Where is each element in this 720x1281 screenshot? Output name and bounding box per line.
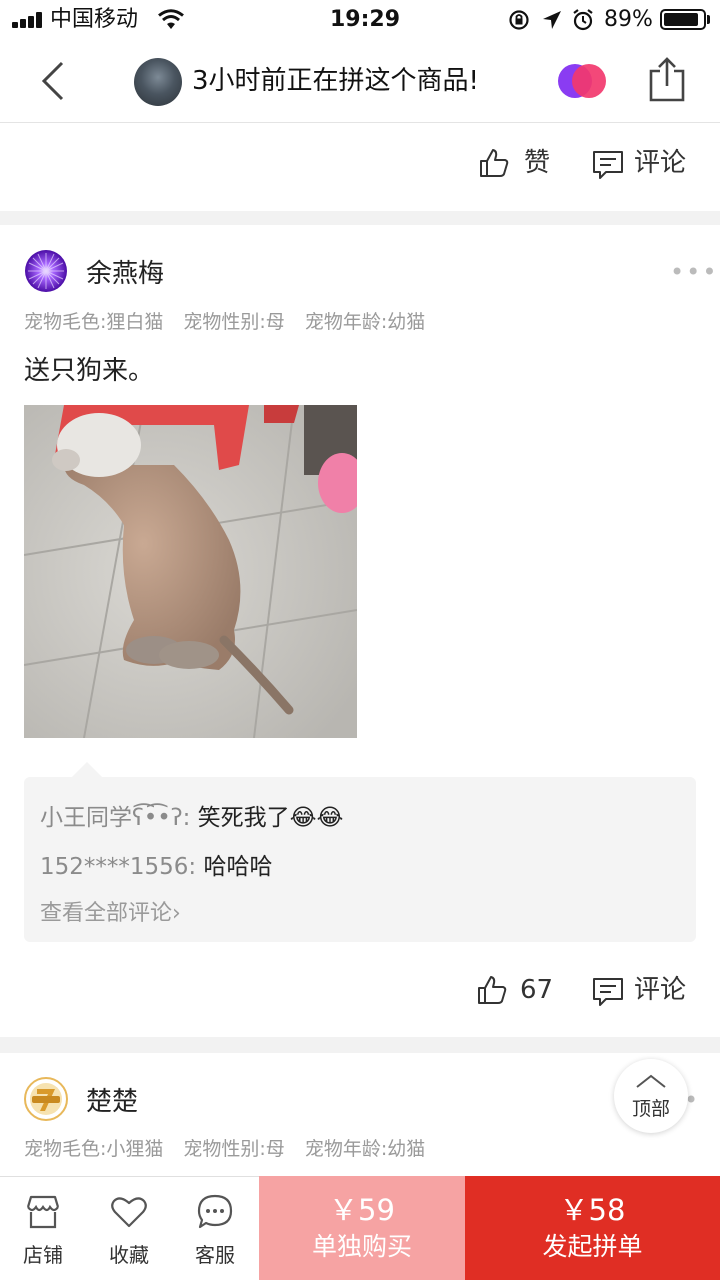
pet-age: 宠物年龄:幼猫: [304, 1138, 426, 1160]
tab-favorite[interactable]: 收藏: [86, 1177, 172, 1281]
battery-tip: [707, 15, 710, 24]
page-title: 3小时前正在拼这个商品!: [192, 66, 479, 96]
post-author[interactable]: 余燕梅: [86, 253, 164, 290]
signal-icon: [12, 12, 46, 28]
chat-icon: [197, 1194, 233, 1229]
chevron-up-icon: [636, 1074, 666, 1088]
comment-row: 152****1556: 哈哈哈: [40, 847, 273, 881]
comment-text: 哈哈哈: [203, 854, 273, 880]
comment-box-pointer: [72, 762, 102, 777]
status-bar: 中国移动 19:29 89%: [0, 0, 720, 40]
avatar[interactable]: [24, 1077, 68, 1121]
pet-info: 宠物毛色:小狸猫 宠物性别:母 宠物年龄:幼猫: [24, 1134, 445, 1161]
previous-post-card: 赞 评论: [0, 123, 720, 211]
back-icon[interactable]: [38, 60, 68, 102]
pet-color: 宠物毛色:小狸猫: [24, 1138, 164, 1160]
comment-text: 笑死我了😂😂: [197, 805, 344, 831]
wifi-icon: [158, 9, 184, 29]
single-price: ￥59: [329, 1193, 395, 1227]
group-price: ￥58: [559, 1193, 626, 1227]
comment-label: 评论: [634, 148, 687, 178]
group-buy-logo-icon[interactable]: [556, 62, 608, 100]
clock: 19:29: [330, 7, 401, 32]
single-buy-label: 单独购买: [311, 1232, 412, 1261]
comment-icon: [593, 978, 623, 1006]
pet-gender: 宠物性别:母: [183, 311, 285, 333]
tab-service-label: 客服: [195, 1243, 235, 1267]
nav-bar: 3小时前正在拼这个商品!: [0, 40, 720, 123]
battery-icon: [660, 9, 706, 30]
comment-icon: [593, 151, 623, 179]
group-buy-label: 发起拼单: [542, 1232, 643, 1261]
thumbs-up-icon: [480, 149, 509, 177]
avatar[interactable]: [24, 249, 68, 293]
battery-percent: 89%: [604, 7, 653, 32]
alarm-icon: [573, 9, 593, 31]
thumbs-up-icon: [478, 976, 507, 1004]
tab-favorite-label: 收藏: [109, 1243, 149, 1267]
comment-user[interactable]: 152****1556:: [40, 854, 196, 880]
buy-alone-button[interactable]: ￥59 单独购买: [259, 1176, 465, 1280]
post-text: 送只狗来。: [24, 356, 155, 386]
more-options-icon[interactable]: •••: [670, 258, 718, 286]
chevron-right-icon: ›: [172, 901, 181, 926]
like-count: 67: [520, 975, 554, 1005]
like-label: 赞: [524, 148, 551, 178]
rotation-lock-icon: [509, 10, 529, 30]
avatar: [134, 58, 182, 106]
view-all-comments-link[interactable]: 查看全部评论›: [40, 895, 181, 927]
store-icon: [26, 1195, 60, 1229]
view-all-label: 查看全部评论: [40, 901, 173, 926]
comment-user[interactable]: 小王同学ʕ͡•͡•ʔ:: [40, 805, 190, 831]
pet-age: 宠物年龄:幼猫: [304, 311, 426, 333]
tab-store-label: 店铺: [23, 1243, 63, 1267]
back-to-top-button[interactable]: 顶部: [614, 1059, 688, 1133]
pet-color: 宠物毛色:狸白猫: [24, 311, 164, 333]
share-icon[interactable]: [648, 55, 686, 103]
start-group-buy-button[interactable]: ￥58 发起拼单: [465, 1176, 720, 1280]
comment-row: 小王同学ʕ͡•͡•ʔ: 笑死我了😂😂: [40, 798, 343, 832]
heart-icon: [111, 1197, 147, 1228]
carrier: 中国移动: [50, 7, 139, 32]
comment-label: 评论: [634, 975, 687, 1005]
pet-info: 宠物毛色:狸白猫 宠物性别:母 宠物年龄:幼猫: [24, 307, 445, 334]
comment-preview[interactable]: 小王同学ʕ͡•͡•ʔ: 笑死我了😂😂 152****1556: 哈哈哈 查看全部…: [24, 777, 696, 942]
post-photo[interactable]: [24, 405, 357, 738]
tab-store[interactable]: 店铺: [0, 1177, 86, 1281]
tab-service[interactable]: 客服: [172, 1177, 258, 1281]
pet-gender: 宠物性别:母: [183, 1138, 285, 1160]
back-to-top-label: 顶部: [631, 1098, 670, 1120]
post-author[interactable]: 楚楚: [86, 1081, 138, 1118]
location-icon: [543, 11, 561, 29]
